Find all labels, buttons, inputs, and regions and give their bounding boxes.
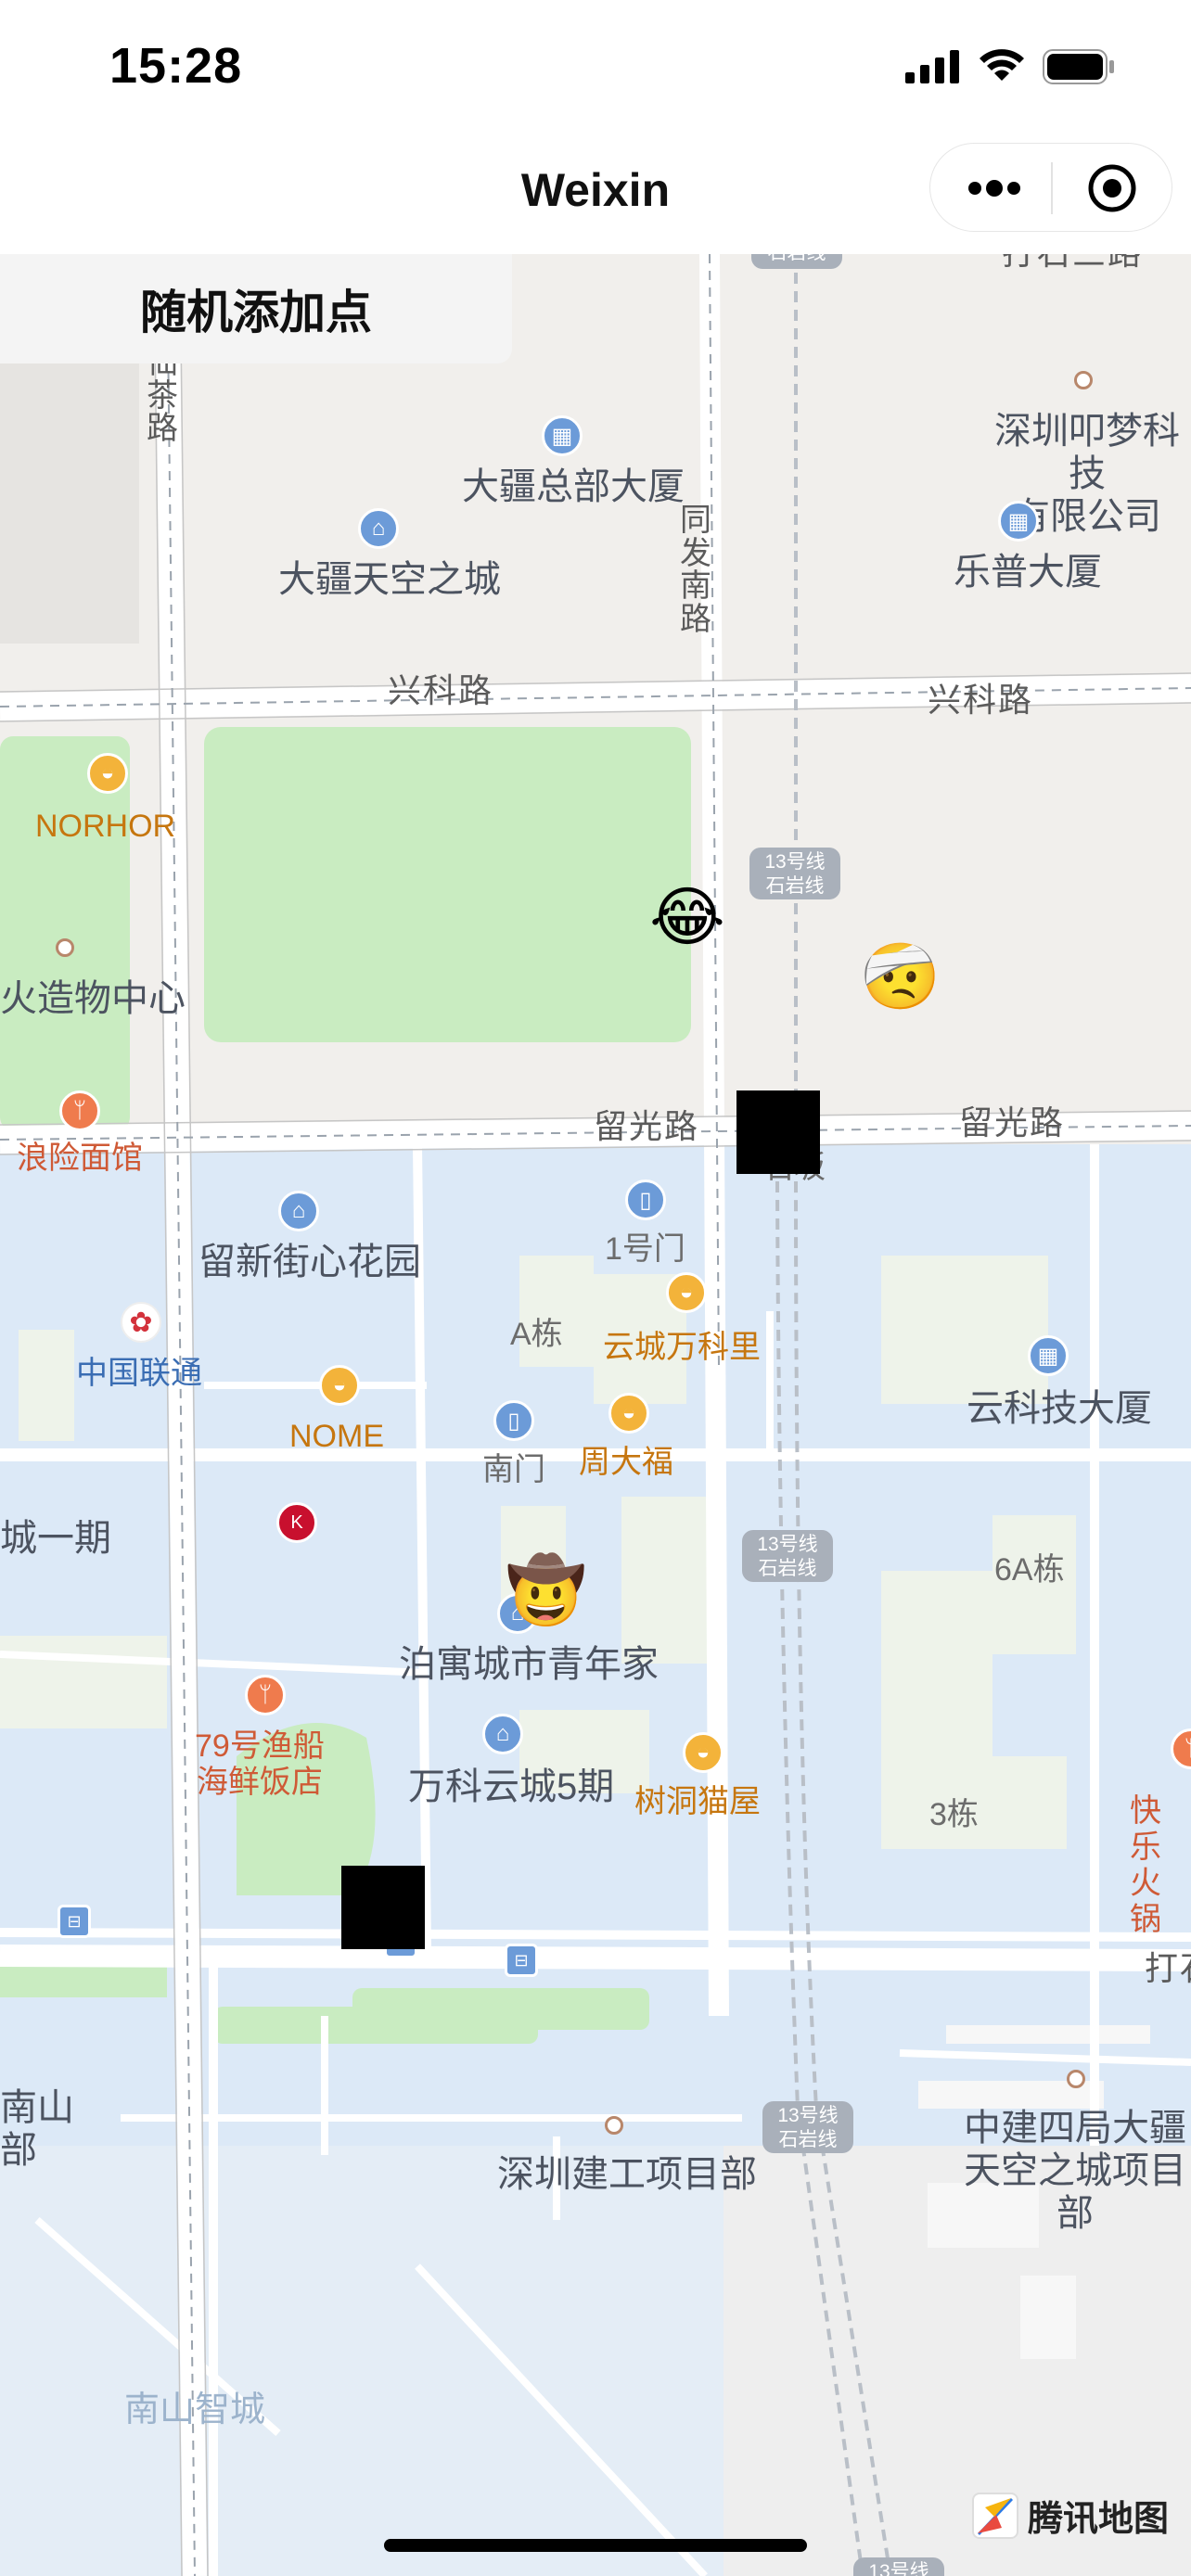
unicom-icon: ✿ — [121, 1302, 161, 1343]
random-add-point-button[interactable]: 随机添加点 — [0, 254, 512, 363]
shopping-icon: ◒ — [683, 1732, 724, 1773]
restaurant-icon: ᛘ — [59, 1090, 100, 1131]
shopping-icon: ◒ — [608, 1393, 649, 1434]
metro-badge: 13号线 石岩线 — [749, 848, 840, 899]
poi-label: 6A栋 — [994, 1552, 1065, 1588]
bus-stop-icon: ⊟ — [505, 1944, 538, 1977]
area-label: 南山智城 — [124, 2391, 266, 2429]
poi-label: 浪险面馆 — [17, 1141, 143, 1176]
building-icon: ▦ — [998, 501, 1039, 542]
gate-icon: ▯ — [493, 1400, 534, 1441]
road-label-liuguang-left: 留光路 — [594, 1107, 700, 1145]
road-label-xingke-right: 兴科路 — [928, 681, 1034, 719]
poi-label: 1号门 — [605, 1231, 685, 1267]
location-dot-icon — [1074, 371, 1093, 389]
navigation-bar: Weixin — [0, 137, 1191, 254]
poi-label: 周大福 — [579, 1445, 673, 1480]
restaurant-icon: ᛘ — [245, 1675, 286, 1715]
tencent-map-logo-icon — [971, 2492, 1018, 2539]
poi-label: 中国联通 — [76, 1356, 202, 1391]
marker-cowboy-emoji[interactable]: 🤠 — [505, 1549, 588, 1632]
road-label-dashi-top: 打石三路 — [1002, 254, 1143, 272]
miniprogram-capsule — [929, 143, 1172, 232]
poi-label: NORHOR — [35, 809, 176, 844]
poi-label: 树洞猫屋 — [634, 1784, 761, 1819]
poi-label: NOME — [289, 1419, 384, 1454]
status-bar: 15:28 — [0, 0, 1191, 137]
poi-label: 3栋 — [929, 1797, 979, 1832]
shopping-icon: ◒ — [87, 753, 128, 794]
poi-label: 大疆总部大厦 — [462, 466, 685, 507]
map-view[interactable]: 仙茶路 同发南路 兴科路 兴科路 留光路 留光路 打石三路 打石 石岩线 13号… — [0, 254, 1191, 2576]
gate-icon: ▯ — [625, 1180, 666, 1220]
marker-black-square[interactable] — [341, 1866, 425, 1949]
home-icon: ⌂ — [482, 1714, 523, 1754]
road-label-liuguang-right: 留光路 — [959, 1103, 1066, 1141]
poi-label: 中建四局大疆 天空之城项目部 — [964, 2108, 1186, 2234]
kfc-icon: K — [276, 1502, 317, 1543]
poi-label: 南山 部 — [0, 2087, 74, 2171]
poi-label: 城一期 — [0, 1518, 111, 1559]
poi-label: 乐普大厦 — [954, 552, 1102, 593]
home-indicator[interactable] — [384, 2539, 807, 2552]
tencent-map-logo-text: 腾讯地图 — [1027, 2500, 1169, 2539]
home-icon: ⌂ — [358, 508, 399, 549]
poi-label: 火造物中心 — [0, 978, 186, 1019]
shopping-icon: ◒ — [319, 1365, 360, 1406]
capsule-divider — [1051, 162, 1053, 214]
tencent-map-logo: 腾讯地图 — [971, 2490, 1169, 2541]
bus-stop-icon: ⊟ — [58, 1905, 91, 1938]
poi-label: 万科云城5期 — [408, 1766, 615, 1807]
home-icon: ⌂ — [278, 1191, 319, 1231]
more-options-icon[interactable] — [966, 172, 1023, 205]
road-label-dashi-bottom: 打石 — [1145, 1949, 1191, 1987]
marker-laugh-emoji[interactable]: 😂 — [646, 875, 729, 959]
shopping-icon: ◒ — [666, 1272, 707, 1313]
poi-label: 大疆天空之城 — [278, 559, 501, 600]
location-dot-icon — [56, 938, 74, 957]
poi-label: 留新街心花园 — [198, 1242, 421, 1282]
close-miniprogram-icon[interactable] — [1086, 162, 1138, 214]
road-label-tongfa-nan: 同发南路 — [680, 503, 711, 638]
poi-label: 深圳建工项目部 — [497, 2154, 757, 2195]
location-dot-icon — [1067, 2070, 1085, 2088]
poi-label: 79号渔船 海鲜饭店 — [195, 1728, 325, 1801]
metro-badge: 13号线 石岩线 — [742, 1530, 833, 1582]
poi-label: 云城万科里 — [603, 1330, 761, 1365]
wifi-icon — [980, 49, 1024, 81]
building-icon: ▦ — [542, 415, 583, 456]
metro-badge: 13号线 石岩线 — [762, 2101, 853, 2153]
metro-badge-top: 石岩线 — [751, 254, 842, 269]
location-dot-icon — [605, 2116, 623, 2135]
status-icons — [905, 45, 1117, 89]
signal-icon — [905, 50, 959, 83]
marker-black-square[interactable] — [736, 1090, 820, 1174]
battery-icon — [1043, 49, 1114, 84]
building-icon: ▦ — [1028, 1335, 1069, 1376]
metro-badge-bottom: 13号线 — [853, 2557, 944, 2576]
poi-label: 快乐 火锅 — [1130, 1793, 1161, 1938]
marker-injured-emoji[interactable]: 🤕 — [859, 935, 942, 1018]
poi-label: 南门 — [482, 1452, 545, 1487]
poi-label: A栋 — [510, 1317, 563, 1352]
status-time: 15:28 — [109, 38, 243, 94]
road-label-xingke-left: 兴科路 — [388, 671, 494, 709]
poi-label: 云科技大厦 — [967, 1388, 1152, 1429]
poi-label: 泊寓城市青年家 — [399, 1644, 659, 1685]
